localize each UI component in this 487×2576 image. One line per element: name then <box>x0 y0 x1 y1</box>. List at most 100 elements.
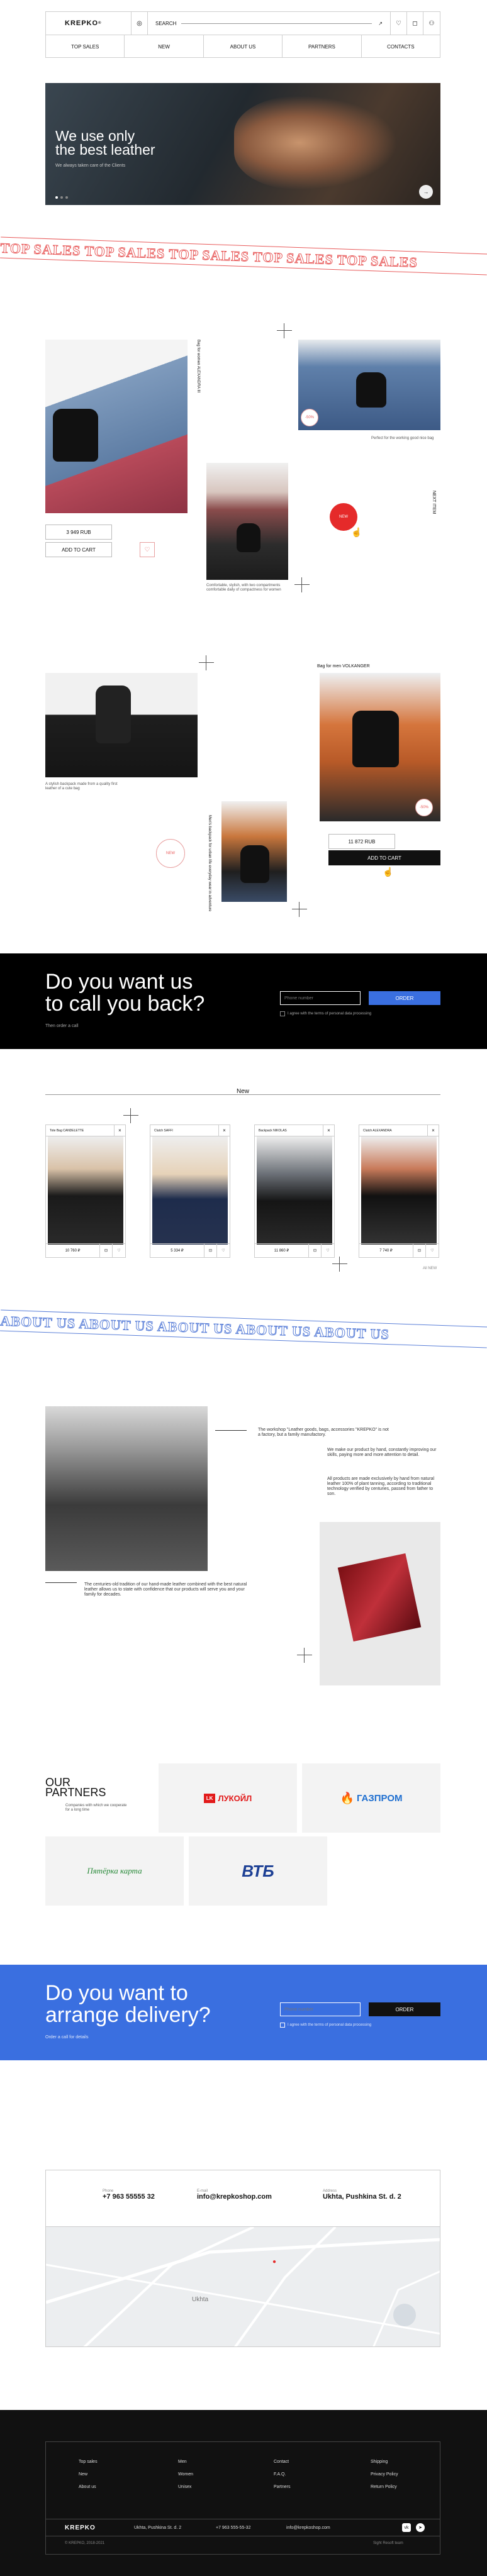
footer-link[interactable]: Return Policy <box>371 2481 398 2494</box>
footer-link[interactable]: F.A.Q. <box>274 2468 290 2481</box>
site-header: KREPKO ® ◎ SEARCH ↗ ♡ ◻ ⚇ TOP SALES NEW A… <box>45 11 440 58</box>
logo[interactable]: KREPKO ® <box>46 12 132 35</box>
contact-address: Ukhta, Pushkina St. d. 2 <box>323 2193 401 2201</box>
footer-link[interactable]: Shipping <box>371 2456 398 2468</box>
contact-email[interactable]: info@krepkoshop.com <box>197 2193 272 2201</box>
product-image-denim[interactable] <box>45 340 188 513</box>
close-icon[interactable]: × <box>114 1124 125 1136</box>
product-image-jeans[interactable] <box>298 340 440 430</box>
nav-partners[interactable]: PARTNERS <box>283 35 362 58</box>
about-paragraph-2: We make our product by hand, constantly … <box>327 1448 437 1457</box>
heart-icon[interactable]: ♡ <box>391 12 407 35</box>
search-icon[interactable]: ↗ <box>378 21 383 26</box>
search-input[interactable] <box>181 23 372 24</box>
footer-phone[interactable]: +7 963 555-55-32 <box>216 2526 286 2530</box>
about-paragraph-1: The workshop "Leather goods, bags, acces… <box>258 1428 389 1437</box>
catalog-icon[interactable]: ◎ <box>132 12 148 35</box>
cart-icon[interactable]: ⊡ <box>309 1244 322 1257</box>
product-price: 11 872 RUB <box>328 834 395 849</box>
product-card[interactable]: Backpack NIKOLAS × 11 860 ₽ ⊡ ♡ <box>254 1124 335 1258</box>
main-nav: TOP SALES NEW ABOUT US PARTNERS CONTACTS <box>46 35 440 58</box>
footer-link[interactable]: Partners <box>274 2481 290 2494</box>
cart-icon[interactable]: ⊡ <box>413 1244 426 1257</box>
product-caption: Comfortable, stylish, with two compartme… <box>206 584 281 592</box>
product-image-back-backpack[interactable] <box>221 801 287 902</box>
all-new-link[interactable]: All NEW <box>423 1267 437 1270</box>
product-caption: A stylish backpack made from a quality f… <box>45 782 118 791</box>
contacts-map[interactable]: Phone +7 963 55555 32 E-mail info@krepko… <box>45 2170 440 2347</box>
top-sales-band: TOP SALES TOP SALES TOP SALES TOP SALES … <box>0 236 487 292</box>
footer-link[interactable]: About us <box>79 2481 98 2494</box>
add-to-cart-button[interactable]: ADD TO CART <box>328 850 440 865</box>
decor-cross <box>199 655 214 670</box>
about-line <box>215 1430 247 1431</box>
map-pin-icon[interactable]: ● <box>272 2258 276 2265</box>
product-caption: Perfect for the working good nice bag <box>371 436 434 440</box>
cart-icon[interactable]: ⊡ <box>204 1244 217 1257</box>
footer-link[interactable]: New <box>79 2468 98 2481</box>
decor-cross <box>123 1108 138 1123</box>
contact-phone[interactable]: +7 963 55555 32 <box>103 2193 155 2201</box>
close-icon[interactable]: × <box>218 1124 230 1136</box>
cart-icon[interactable]: ⊡ <box>100 1244 113 1257</box>
consent-checkbox[interactable]: I agree with the terms of personal data … <box>280 1011 371 1016</box>
hero-subtitle: We always taken care of the Clients <box>55 164 126 168</box>
partner-pyaterka-logo[interactable]: Пятёрка карта <box>45 1836 184 1906</box>
close-icon[interactable]: × <box>427 1124 439 1136</box>
user-icon[interactable]: ⚇ <box>423 12 440 35</box>
hero-title: We use only the best leather <box>55 128 155 158</box>
consent-checkbox[interactable]: I agree with the terms of personal data … <box>280 2023 371 2028</box>
partners-subtitle: Companies with which we cooperate for a … <box>65 1804 127 1812</box>
next-item-link[interactable]: NEXT ITEM <box>432 491 436 514</box>
telegram-icon[interactable]: ➤ <box>416 2523 425 2532</box>
decor-cross <box>297 1648 312 1663</box>
about-line <box>45 1582 77 1583</box>
hero-next-arrow-icon[interactable]: → <box>419 185 433 199</box>
top-sales-marquee: TOP SALES TOP SALES TOP SALES TOP SALES … <box>0 240 418 270</box>
close-icon[interactable]: × <box>323 1124 334 1136</box>
search-label: SEARCH <box>155 20 177 26</box>
callback-subtitle: Then order a call <box>45 1024 79 1028</box>
product-image-backpack-girl[interactable] <box>206 463 288 580</box>
nav-about-us[interactable]: ABOUT US <box>204 35 283 58</box>
partner-gazprom-logo[interactable]: 🔥 ГАЗПРОМ <box>302 1763 440 1833</box>
cart-icon[interactable]: ◻ <box>407 12 423 35</box>
favorite-heart-icon[interactable]: ♡ <box>140 542 155 557</box>
add-to-cart-button[interactable]: ADD TO CART <box>45 542 112 557</box>
copyright: © KREPKO, 2018-2021 <box>65 2541 105 2545</box>
product-card[interactable]: Clutch SAFFI × 5 334 ₽ ⊡ ♡ <box>150 1124 230 1258</box>
order-delivery-button[interactable]: ORDER <box>369 2002 440 2016</box>
footer-link[interactable]: Women <box>178 2468 193 2481</box>
partner-lukoil-logo[interactable]: LK ЛУКОЙЛ <box>159 1763 297 1833</box>
footer-link[interactable]: Contact <box>274 2456 290 2468</box>
about-marquee: ABOUT US ABOUT US ABOUT US ABOUT US ABOU… <box>0 1313 390 1343</box>
footer-link[interactable]: Top sales <box>79 2456 98 2468</box>
heart-icon[interactable]: ♡ <box>426 1244 439 1257</box>
heart-icon[interactable]: ♡ <box>322 1244 334 1257</box>
callback-title: Do you want us to call you back? <box>45 970 205 1016</box>
order-call-button[interactable]: ORDER <box>369 991 440 1005</box>
product-image-stump-backpack[interactable] <box>45 673 198 777</box>
nav-contacts[interactable]: CONTACTS <box>362 35 440 58</box>
product-card[interactable]: Clutch ALEXANDRA × 7 740 ₽ ⊡ ♡ <box>359 1124 439 1258</box>
footer-link[interactable]: Men <box>178 2456 193 2468</box>
phone-input[interactable] <box>280 991 361 1005</box>
delivery-phone-input[interactable] <box>280 2002 361 2016</box>
search-bar[interactable]: SEARCH ↗ <box>148 12 391 35</box>
nav-top-sales[interactable]: TOP SALES <box>46 35 125 58</box>
slider-dots[interactable] <box>55 196 68 199</box>
product-card[interactable]: Tote Bag CANDELETTE × 10 760 ₽ ⊡ ♡ <box>45 1124 126 1258</box>
vk-icon[interactable]: vk <box>402 2523 411 2532</box>
heart-icon[interactable]: ♡ <box>113 1244 125 1257</box>
footer-link[interactable]: Unisex <box>178 2481 193 2494</box>
nav-new[interactable]: NEW <box>125 35 204 58</box>
craftsman-photo <box>45 1406 208 1571</box>
hero-image <box>234 96 398 190</box>
footer-logo[interactable]: KREPKO <box>46 2524 134 2531</box>
partner-vtb-logo[interactable]: ВТБ <box>189 1836 327 1906</box>
delivery-subtitle: Order a call for details <box>45 2035 89 2040</box>
heart-icon[interactable]: ♡ <box>217 1244 230 1257</box>
footer-link[interactable]: Privacy Policy <box>371 2468 398 2481</box>
map-city-label: Ukhta <box>192 2296 209 2303</box>
footer-email[interactable]: info@krepkoshop.com <box>286 2526 402 2530</box>
